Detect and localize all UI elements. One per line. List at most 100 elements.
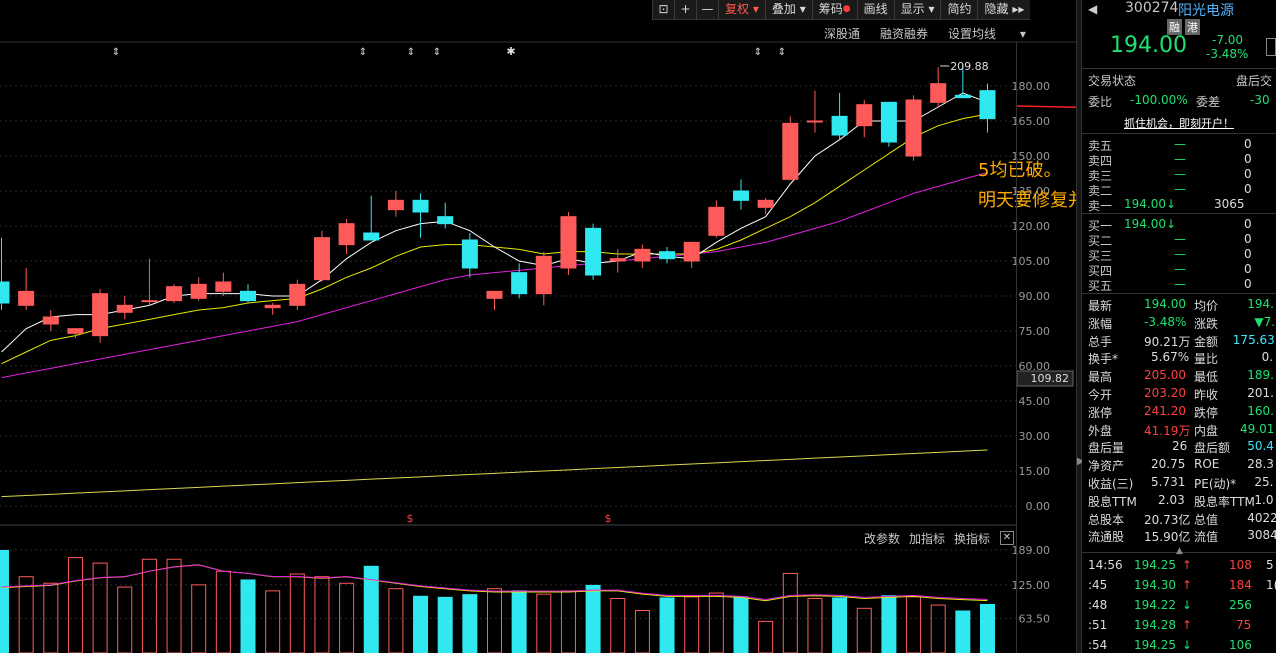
app-root: 180.00 165.00 150.00 135.00 120.00 105.00 90.0… bbox=[0, 0, 1276, 653]
price-axis-label: 45.00 bbox=[1019, 395, 1051, 408]
draw-line-button[interactable]: 画线 bbox=[856, 0, 894, 20]
chart-area[interactable]: 180.00 165.00 150.00 135.00 120.00 105.00 90.0… bbox=[0, 0, 1076, 653]
candle-body bbox=[92, 293, 109, 337]
add-watch-icon[interactable] bbox=[1266, 38, 1276, 56]
order-book-price[interactable]: 194.00↓ bbox=[1124, 217, 1176, 235]
tick-extra: 1( bbox=[1266, 578, 1276, 592]
add-indicator-link[interactable]: 加指标 bbox=[909, 530, 945, 547]
expand-arrow-icon[interactable]: ▲ bbox=[1176, 546, 1183, 556]
fuquan-dropdown[interactable]: 复权 ▾ bbox=[718, 0, 765, 20]
chips-label: 筹码 bbox=[818, 2, 843, 16]
high-price-marker: 209.88 bbox=[950, 60, 989, 73]
volume-bar bbox=[215, 570, 231, 653]
candle-body bbox=[659, 251, 676, 260]
hide-button[interactable]: 隐藏 ▸▸ bbox=[977, 0, 1030, 20]
event-marker-icon: ⇕ bbox=[754, 47, 762, 58]
candle-body bbox=[979, 90, 996, 120]
stat-label: 最新 bbox=[1088, 299, 1113, 313]
overlay-dropdown[interactable]: 叠加 ▾ bbox=[764, 0, 812, 20]
divider bbox=[1082, 293, 1276, 294]
candle-body bbox=[166, 286, 183, 302]
volume-bar bbox=[0, 550, 9, 653]
volume-axis-label: 125.00 bbox=[1012, 579, 1051, 592]
stat-label: PE(动)* bbox=[1194, 477, 1237, 491]
display-dropdown[interactable]: 显示 ▾ bbox=[893, 0, 941, 20]
dividend-marker-icon: $ bbox=[605, 512, 612, 525]
price-axis-label: 165.00 bbox=[1012, 115, 1051, 128]
tick-price: 194.30 bbox=[1134, 578, 1176, 592]
weicha-value: -30 bbox=[1250, 93, 1270, 107]
tick-time: :48 bbox=[1088, 598, 1108, 612]
candle-body bbox=[930, 83, 947, 103]
ma-settings-link[interactable]: 设置均线 ▾ bbox=[948, 25, 1026, 42]
candle-body bbox=[264, 304, 281, 309]
tick-volume: 106 bbox=[1229, 638, 1252, 652]
tick-price: 194.22 bbox=[1134, 598, 1176, 612]
stock-name[interactable]: 阳光电源 bbox=[1178, 0, 1234, 20]
candle-body bbox=[363, 232, 380, 241]
margin-trading-link[interactable]: 融资融券 bbox=[880, 25, 928, 42]
volume-bar bbox=[413, 595, 429, 653]
candle-body bbox=[585, 227, 602, 276]
promo-link[interactable]: 抓住机会，即刻开户！ bbox=[1124, 115, 1234, 133]
stat-label: 内盘 bbox=[1194, 423, 1219, 438]
candle-body bbox=[782, 122, 799, 180]
stat-value: 205.00 bbox=[1144, 368, 1186, 383]
zoom-in-button[interactable]: + bbox=[674, 0, 696, 20]
display-label: 显示 bbox=[900, 2, 925, 16]
edit-params-link[interactable]: 改参数 bbox=[864, 530, 900, 547]
volume-bar bbox=[511, 590, 527, 653]
candle-body bbox=[733, 190, 749, 201]
axis-divider bbox=[1016, 42, 1017, 653]
stat-label: 收益(三) bbox=[1088, 477, 1134, 491]
stat-value: 0. bbox=[1261, 350, 1274, 365]
stat-label: 净资产 bbox=[1088, 459, 1125, 474]
kline-chart[interactable]: 180.00165.00150.00135.00120.00105.0090.0… bbox=[0, 0, 1076, 653]
stock-code: 300274 bbox=[1125, 0, 1179, 16]
stat-label: 流值 bbox=[1194, 530, 1219, 545]
volume-bar bbox=[536, 593, 552, 653]
prev-stock-icon[interactable]: ◀ bbox=[1088, 2, 1097, 16]
stat-value: 26 bbox=[1172, 439, 1188, 454]
price-change: -7.00 bbox=[1212, 33, 1244, 47]
zoom-out-button[interactable]: — bbox=[696, 0, 718, 20]
stat-value: 15.90亿 bbox=[1144, 530, 1191, 545]
hk-connect-link[interactable]: 深股通 bbox=[824, 25, 860, 42]
volume-bar bbox=[117, 586, 133, 653]
stat-label: 总手 bbox=[1088, 334, 1113, 349]
close-indicator-icon[interactable]: ✕ bbox=[1000, 531, 1014, 545]
candle-body bbox=[437, 216, 454, 225]
annotation-arrow bbox=[1016, 105, 1076, 109]
quote-panel: ◀ 300274 阳光电源 融 港 194.00 -7.00 -3.48% 交易… bbox=[1082, 0, 1276, 653]
chips-button[interactable]: 筹码● bbox=[811, 0, 857, 20]
candle-body bbox=[880, 101, 897, 143]
tick-volume: 108 bbox=[1229, 558, 1252, 572]
volume-bar bbox=[92, 562, 108, 653]
chart-toolbar: ⊡ + — 复权 ▾ 叠加 ▾ 筹码● 画线 显示 ▾ 简约 隐藏 ▸▸ bbox=[652, 0, 1031, 20]
candle-body bbox=[856, 104, 873, 127]
tick-extra: 5 bbox=[1266, 558, 1274, 572]
volume-bar bbox=[289, 573, 305, 653]
tick-price: 194.28 bbox=[1134, 618, 1176, 632]
switch-indicator-link[interactable]: 换指标 bbox=[954, 530, 990, 547]
candle-body bbox=[806, 120, 823, 123]
divider bbox=[1082, 213, 1276, 214]
simple-button[interactable]: 简约 bbox=[940, 0, 977, 20]
volume-bar bbox=[585, 584, 601, 653]
overlay-label: 叠加 bbox=[771, 2, 796, 16]
candle-body bbox=[412, 199, 429, 213]
stat-value: -3.48% bbox=[1144, 314, 1187, 329]
ma10-line bbox=[1, 113, 988, 365]
stat-value: 203.20 bbox=[1144, 386, 1186, 400]
stat-value: 160. bbox=[1247, 403, 1274, 418]
candle-body bbox=[535, 255, 552, 295]
stat-value: 90.21万 bbox=[1144, 334, 1191, 349]
window-restore-icon[interactable]: ⊡ bbox=[652, 0, 674, 20]
tick-volume: 184 bbox=[1229, 578, 1252, 592]
volume-bar bbox=[314, 576, 330, 653]
stat-label: 盘后量 bbox=[1088, 441, 1125, 456]
stat-value: 3084 bbox=[1247, 528, 1276, 543]
top-links: 深股通 融资融券 设置均线 ▾ bbox=[824, 25, 1046, 42]
indicator-links: 改参数 加指标 换指标 bbox=[864, 530, 999, 547]
volume-bar bbox=[980, 603, 995, 653]
